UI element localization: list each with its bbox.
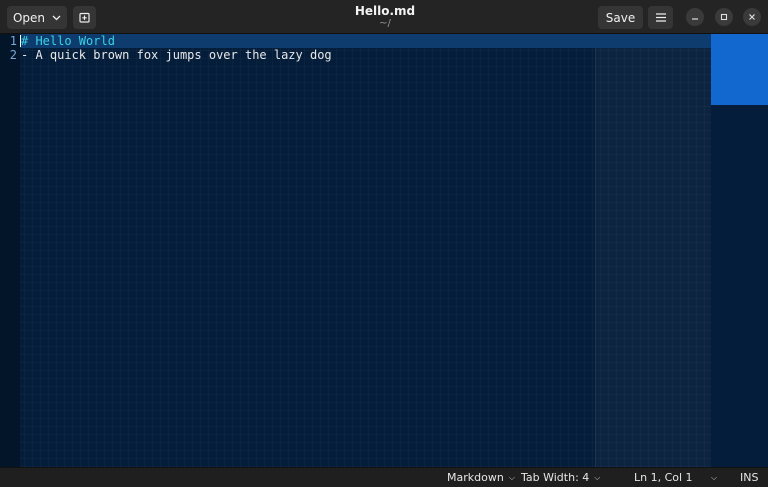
save-button[interactable]: Save [598, 6, 643, 29]
chevron-down-icon: ⌵ [508, 473, 515, 482]
chevron-down-icon: ⌵ [594, 473, 601, 482]
line-text[interactable]: - A quick brown fox jumps over the lazy … [21, 48, 332, 62]
document-path: ~/ [379, 18, 391, 29]
text-cursor [20, 35, 21, 47]
insert-mode-indicator[interactable]: INS [740, 471, 758, 485]
editor-line[interactable]: 2 - A quick brown fox jumps over the laz… [0, 48, 711, 62]
maximize-button[interactable] [715, 8, 733, 26]
text-editor[interactable]: 1 # Hello World 2 - A quick brown fox ju… [0, 34, 711, 467]
window-title-area: Hello.md ~/ [300, 4, 470, 30]
chevron-down-icon [52, 15, 61, 20]
new-tab-icon [79, 12, 90, 23]
insert-mode-label: INS [740, 471, 759, 484]
cursor-position-button[interactable]: Ln 1, Col 1 [634, 471, 693, 485]
maximize-icon [720, 13, 728, 21]
overview-slider[interactable] [711, 34, 768, 105]
line-text[interactable]: # Hello World [21, 34, 115, 48]
open-button[interactable]: Open [7, 6, 67, 29]
right-margin-area [595, 34, 711, 467]
minimize-button[interactable] [686, 8, 704, 26]
editor-line[interactable]: 1 # Hello World [0, 34, 711, 48]
line-number: 1 [9, 34, 17, 48]
tab-width-label: Tab Width: 4 [521, 471, 590, 484]
close-icon [749, 14, 755, 20]
header-bar: Open Hello.md ~/ Save [0, 0, 768, 34]
tab-width-selector[interactable]: Tab Width: 4 ⌵ [521, 471, 600, 485]
minimize-icon [692, 18, 698, 20]
document-overview-map[interactable] [711, 34, 768, 467]
close-window-button[interactable] [743, 8, 761, 26]
new-tab-button[interactable] [73, 6, 96, 29]
main-menu-button[interactable] [648, 6, 673, 29]
status-bar: Markdown ⌵ Tab Width: 4 ⌵ Ln 1, Col 1 ⌵ … [0, 467, 768, 487]
cursor-position-label: Ln 1, Col 1 [634, 471, 693, 484]
language-selector[interactable]: Markdown ⌵ [447, 471, 515, 485]
line-number-gutter [0, 34, 20, 467]
language-label: Markdown [447, 471, 504, 484]
chevron-down-icon[interactable]: ⌵ [711, 471, 717, 485]
hamburger-menu-icon [655, 13, 666, 22]
document-title: Hello.md [354, 4, 416, 18]
open-button-label: Open [12, 10, 46, 25]
line-number: 2 [9, 48, 17, 62]
